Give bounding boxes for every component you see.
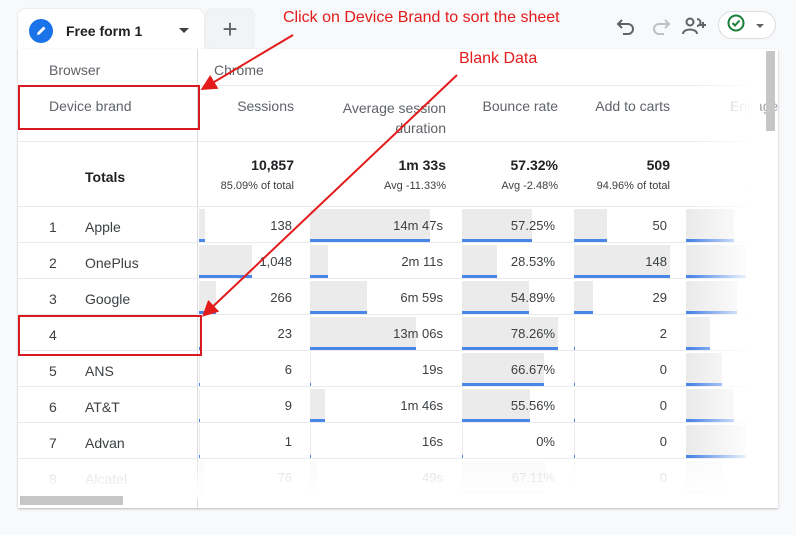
annotation-arrows bbox=[200, 34, 458, 317]
arrow-to-device-brand bbox=[200, 34, 294, 91]
arrow-to-blank-row bbox=[202, 74, 458, 317]
